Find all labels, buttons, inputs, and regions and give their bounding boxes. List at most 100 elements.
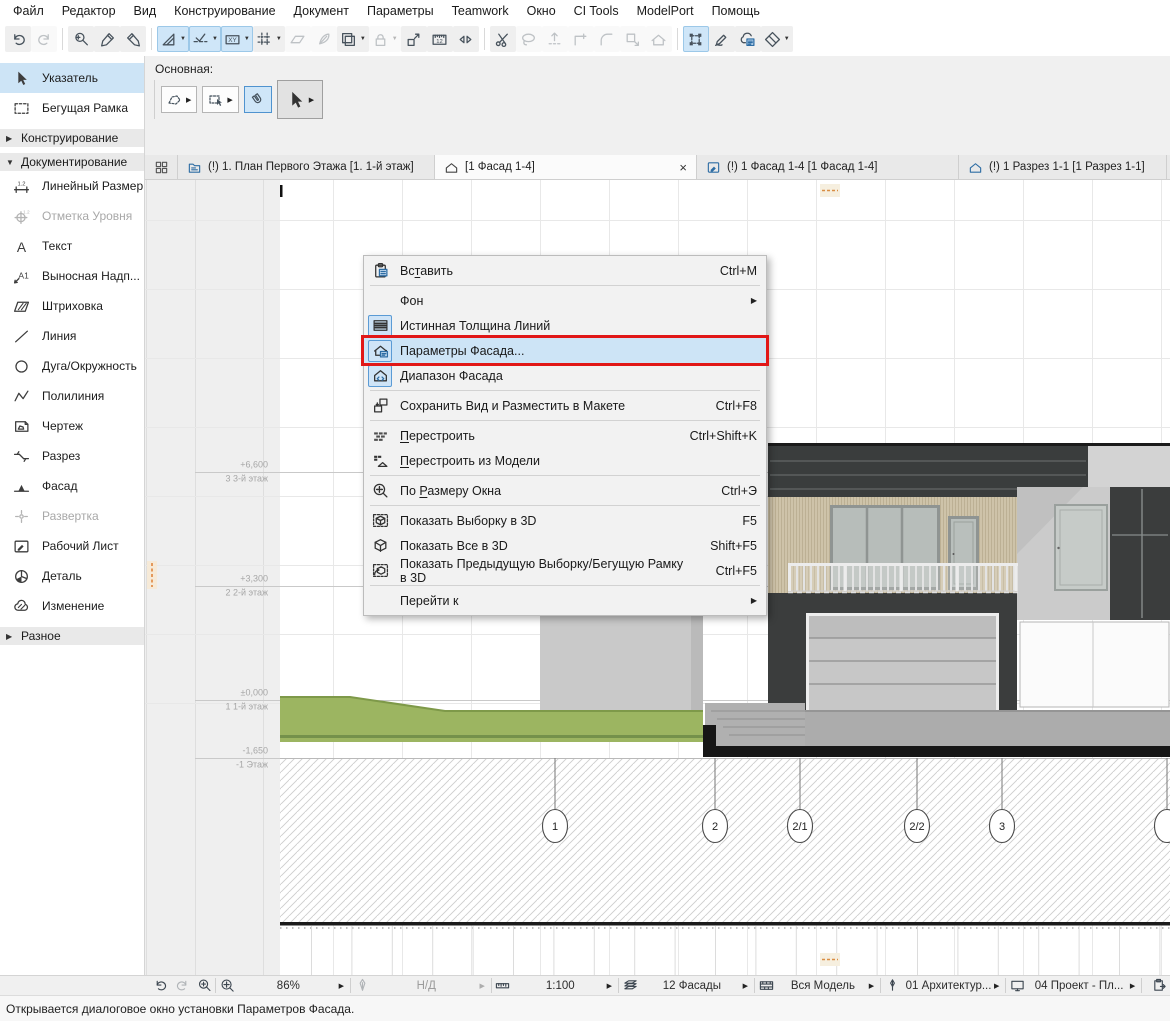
menubar-item-9[interactable]: ModelPort (628, 1, 703, 21)
toolbox-item-16[interactable]: Рабочий Лист (0, 531, 144, 561)
menu-item-16[interactable]: Показать Предыдущую Выборку/Бегущую Рамк… (364, 558, 766, 583)
level-elevation-label: ±0,000 (241, 688, 268, 698)
menubar-item-6[interactable]: Teamwork (443, 1, 518, 21)
menubar-item-0[interactable]: Файл (4, 1, 53, 21)
undo-button[interactable] (5, 26, 31, 52)
edit-selection-button[interactable] (683, 26, 709, 52)
menu-item-0[interactable]: ВставитьCtrl+M (364, 258, 766, 283)
toolbox-item-label: Чертеж (42, 419, 83, 433)
scissors-button[interactable] (490, 26, 516, 52)
paste-special-button[interactable] (1148, 978, 1170, 993)
grid-bubble-label: 1 (552, 821, 558, 833)
menu-item-3[interactable]: Истинная Толщина Линий (364, 313, 766, 338)
menubar-item-8[interactable]: CI Tools (565, 1, 628, 21)
inject-parameters-button[interactable] (120, 26, 146, 52)
menu-item-14[interactable]: Показать Выборку в 3DF5 (364, 508, 766, 533)
menubar-item-2[interactable]: Вид (125, 1, 166, 21)
elevation-range-icon (372, 367, 389, 384)
menubar-item-1[interactable]: Редактор (53, 1, 125, 21)
pick-parameters-button[interactable] (94, 26, 120, 52)
markup-tools-icon (739, 31, 756, 48)
statusbar-segment-1[interactable]: Н/Д▶ (351, 976, 491, 995)
fill-icon (9, 298, 33, 315)
menubar-item-7[interactable]: Окно (518, 1, 565, 21)
toolbox-item-18[interactable]: Изменение (0, 591, 144, 621)
toolbox-group-3[interactable]: ▼Документирование (0, 153, 144, 171)
menu-item-4[interactable]: Параметры Фасада... (364, 338, 766, 363)
transform-button[interactable] (401, 26, 427, 52)
statusbar-segment-arrow-icon: ▶ (480, 982, 491, 990)
annotate-button[interactable] (709, 26, 735, 52)
worksheet-icon (9, 538, 33, 555)
toolbox-item-10[interactable]: Дуга/Окружность (0, 351, 144, 381)
menu-item-5[interactable]: Диапазон Фасада (364, 363, 766, 388)
toolbox-item-1[interactable]: Бегущая Рамка (0, 93, 144, 123)
stretch-button[interactable] (453, 26, 479, 52)
snap-grid-button[interactable]: ▼ (253, 26, 285, 52)
level-story-label: 2 2-й этаж (226, 588, 268, 598)
menu-item-7[interactable]: Сохранить Вид и Разместить в МакетеCtrl+… (364, 393, 766, 418)
statusbar-segment-label: 1:100 (514, 980, 607, 992)
toolbox-item-14[interactable]: Фасад (0, 471, 144, 501)
toolbox-item-0[interactable]: Указатель (0, 63, 144, 93)
grid-bubble-label: 2/1 (792, 821, 807, 833)
menu-item-label: Показать Предыдущую Выборку/Бегущую Рамк… (400, 557, 690, 585)
coordinates-xy-button[interactable]: XY▼ (221, 26, 253, 52)
statusbar-segment-arrow-icon: ▶ (869, 982, 880, 990)
zoom-previous-button[interactable] (150, 978, 172, 993)
menu-separator (370, 505, 760, 506)
tab-label: [1 Фасад 1-4] (465, 161, 535, 173)
statusbar-segment-5[interactable]: 01 Архитектур...▶ (881, 976, 1005, 995)
fillet-button (594, 26, 620, 52)
tab-3[interactable]: (!) 1 Разрез 1-1 [1 Разрез 1-1] (959, 155, 1167, 179)
3d-view-button[interactable]: ▼ (761, 26, 793, 52)
pen-icon (885, 978, 900, 993)
menu-item-icon-placeholder (368, 590, 392, 612)
menu-item-18[interactable]: Перейти к▶ (364, 588, 766, 613)
tab-close-icon[interactable]: × (665, 160, 687, 175)
tab-0[interactable]: (!) 1. План Первого Этажа [1. 1-й этаж] (178, 155, 435, 179)
toolbox-item-11[interactable]: Полилиния (0, 381, 144, 411)
frame-button[interactable]: ▼ (337, 26, 369, 52)
toolbox-item-12[interactable]: Чертеж (0, 411, 144, 441)
toolbox-item-9[interactable]: Линия (0, 321, 144, 351)
toolbox-item-4[interactable]: 1.2Линейный Размер (0, 171, 144, 201)
menu-item-10[interactable]: Перестроить из Модели (364, 448, 766, 473)
tab-overview-button[interactable] (145, 155, 178, 179)
dimension-units-button[interactable]: 12 (427, 26, 453, 52)
cursor-button[interactable]: ▶ (277, 80, 323, 119)
tab-2[interactable]: (!) 1 Фасад 1-4 [1 Фасад 1-4] (697, 155, 959, 179)
snap-guides-button[interactable]: ▼ (189, 26, 221, 52)
statusbar-segment-2[interactable]: 1:100▶ (492, 976, 618, 995)
menubar-item-4[interactable]: Документ (285, 1, 358, 21)
zoom-in-button[interactable] (193, 978, 215, 993)
tab-1[interactable]: [1 Фасад 1-4] × (435, 155, 697, 179)
toolbox-item-7[interactable]: A1Выносная Надп... (0, 261, 144, 291)
toolbox-item-6[interactable]: AТекст (0, 231, 144, 261)
magnet-button[interactable] (244, 86, 272, 113)
menubar-item-3[interactable]: Конструирование (165, 1, 284, 21)
statusbar-segment-0[interactable]: 86%▶ (216, 976, 350, 995)
statusbar-segment-6[interactable]: 04 Проект - Пл...▶ (1006, 976, 1141, 995)
menubar-item-5[interactable]: Параметры (358, 1, 443, 21)
menubar-item-10[interactable]: Помощь (703, 1, 769, 21)
toolbox-group-19[interactable]: ▶Разное (0, 627, 144, 645)
marquee-cursor-button[interactable]: ▶ (202, 86, 238, 113)
menu-item-15[interactable]: Показать Все в 3DShift+F5 (364, 533, 766, 558)
select-zoom-button[interactable] (68, 26, 94, 52)
menu-item-2[interactable]: Фон▶ (364, 288, 766, 313)
interior-elevation-icon (9, 508, 33, 525)
markup-tools-button[interactable] (735, 26, 761, 52)
toolbox-group-2[interactable]: ▶Конструирование (0, 129, 144, 147)
toolbox-item-8[interactable]: Штриховка (0, 291, 144, 321)
dimension-units-icon: 12 (431, 31, 448, 48)
marquee-poly-button[interactable]: ▶ (161, 86, 197, 113)
menu-item-9[interactable]: ПерестроитьCtrl+Shift+K (364, 423, 766, 448)
menu-item-12[interactable]: По Размеру ОкнаCtrl+Э (364, 478, 766, 503)
toolbox-item-17[interactable]: Деталь (0, 561, 144, 591)
tab-label: (!) 1 Разрез 1-1 [1 Разрез 1-1] (989, 161, 1145, 173)
guide-lines-button[interactable]: ▼ (157, 26, 189, 52)
statusbar-segment-3[interactable]: 12 Фасады▶ (619, 976, 754, 995)
toolbox-item-13[interactable]: Разрез (0, 441, 144, 471)
statusbar-segment-4[interactable]: Вся Модель▶ (755, 976, 880, 995)
